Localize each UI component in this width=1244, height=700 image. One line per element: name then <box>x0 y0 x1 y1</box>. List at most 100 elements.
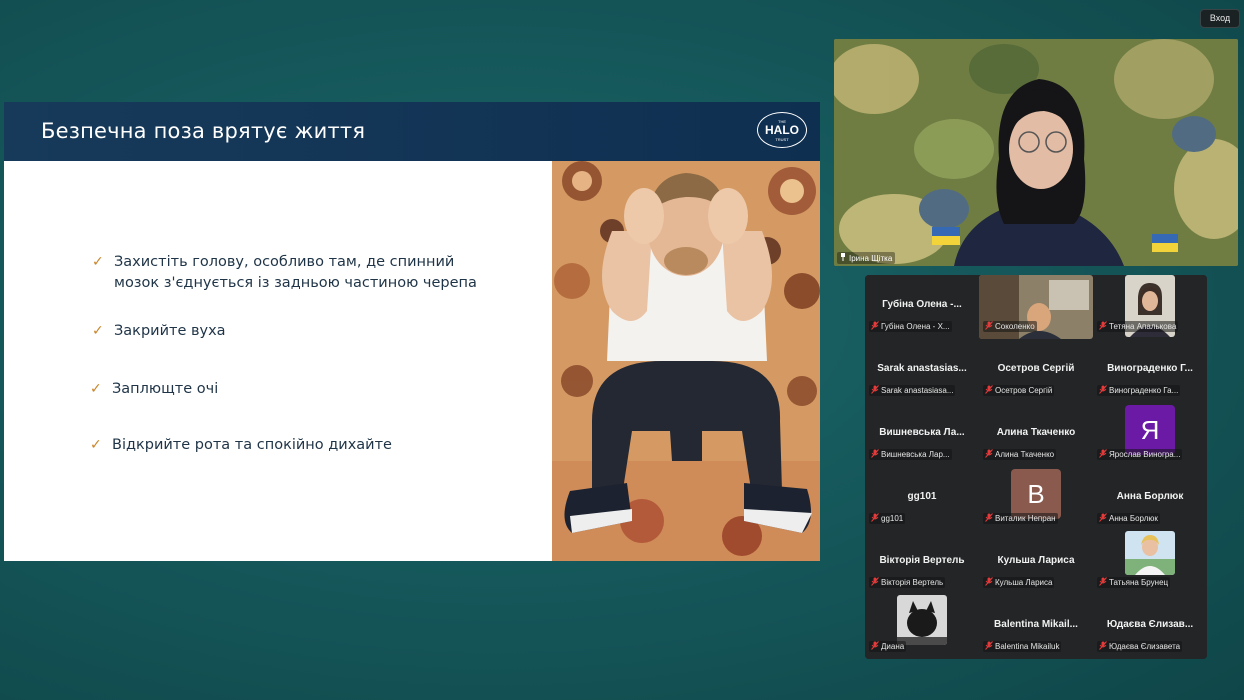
participant-tile[interactable]: Sarak anastasias... Sarak anastasiasa... <box>865 339 979 403</box>
participant-name-label: Ярослав Виногра... <box>1097 449 1183 460</box>
participant-name: Алина Ткаченко <box>995 450 1055 459</box>
participant-name: gg101 <box>881 514 904 523</box>
participant-name: Balentina Mikailuk <box>995 642 1060 651</box>
avatar: Я <box>1125 405 1175 455</box>
participant-display-name: Вишневська Ла... <box>879 427 965 438</box>
checkmark-icon: ✓ <box>92 254 104 270</box>
speaker-name-tag: Ірина Щітка <box>837 252 896 264</box>
mic-muted-icon <box>871 449 879 460</box>
participant-photo <box>1125 531 1175 575</box>
mic-muted-icon <box>871 641 879 652</box>
participant-tile[interactable]: Винограденко Г... Винограденко Га... <box>1093 339 1207 403</box>
participant-tile[interactable]: Вікторія Вертель Вікторія Вертель <box>865 531 979 595</box>
participant-name-label: Вікторія Вертель <box>869 577 946 588</box>
participant-name: Вікторія Вертель <box>881 578 944 587</box>
pin-icon <box>840 253 846 263</box>
participant-tile[interactable]: Вишневська Ла... Вишневська Лар... <box>865 403 979 467</box>
mic-muted-icon <box>871 513 879 524</box>
mic-muted-icon <box>985 641 993 652</box>
participant-tile[interactable]: Анна Борлюк Анна Борлюк <box>1093 467 1207 531</box>
slide-header: Безпечна поза врятує життя THE HALO TRUS… <box>4 102 820 161</box>
participant-tile[interactable]: Диана <box>865 595 979 659</box>
participant-tile[interactable]: Balentina Mikail... Balentina Mikailuk <box>979 595 1093 659</box>
participant-name-label: Татьяна Брунец <box>1097 577 1171 588</box>
participant-name: Ярослав Виногра... <box>1109 450 1181 459</box>
mic-muted-icon <box>871 385 879 396</box>
checkmark-icon: ✓ <box>90 437 102 453</box>
participant-name: Соколенко <box>995 322 1035 331</box>
participant-display-name: Губіна Олена -... <box>882 299 962 310</box>
checkmark-icon: ✓ <box>90 381 102 397</box>
participant-display-name: Осетров Сергій <box>997 363 1075 374</box>
slide-title: Безпечна поза врятує життя <box>41 119 366 143</box>
participant-tile[interactable]: gg101 gg101 <box>865 467 979 531</box>
participant-display-name: Вікторія Вертель <box>879 555 965 566</box>
participant-name: Винограденко Га... <box>1109 386 1179 395</box>
participant-display-name: Алина Ткаченко <box>996 427 1076 438</box>
participant-tile[interactable]: Алина Ткаченко Алина Ткаченко <box>979 403 1093 467</box>
participant-name-label: Balentina Mikailuk <box>983 641 1062 652</box>
mic-muted-icon <box>985 513 993 524</box>
participant-name-label: Анна Борлюк <box>1097 513 1160 524</box>
participant-name-label: Осетров Сергій <box>983 385 1055 396</box>
participant-tile[interactable]: Татьяна Брунец <box>1093 531 1207 595</box>
login-button[interactable]: Вход <box>1200 9 1240 28</box>
participant-name: Губіна Олена - Х... <box>881 322 950 331</box>
participant-name-label: Кульша Лариса <box>983 577 1055 588</box>
participant-name: Вишневська Лар... <box>881 450 950 459</box>
mic-muted-icon <box>1099 321 1107 332</box>
participant-tile[interactable]: Осетров Сергій Осетров Сергій <box>979 339 1093 403</box>
participant-display-name: Юдаєва Єлизав... <box>1106 619 1194 630</box>
participant-display-name: Balentina Mikail... <box>994 619 1078 630</box>
participant-name-label: gg101 <box>869 513 906 524</box>
avatar: В <box>1011 469 1061 519</box>
bullet-item: ✓ Захистіть голову, особливо там, де спи… <box>92 254 477 291</box>
bullet-item: ✓ Закрийте вуха <box>92 321 226 342</box>
participant-name-label: Винограденко Га... <box>1097 385 1181 396</box>
participant-name-label: Виталик Непран <box>983 513 1058 524</box>
mic-muted-icon <box>985 449 993 460</box>
participant-gallery: Губіна Олена -... Губіна Олена - Х... Соко… <box>865 275 1207 659</box>
participant-tile[interactable]: Я Ярослав Виногра... <box>1093 403 1207 467</box>
mic-muted-icon <box>1099 449 1107 460</box>
participant-name: Анна Борлюк <box>1109 514 1158 523</box>
participant-tile[interactable]: Кульша Лариса Кульша Лариса <box>979 531 1093 595</box>
participant-name-label: Соколенко <box>983 321 1037 332</box>
participant-name: Диана <box>881 642 905 651</box>
participant-name: Тетяна Апалькова <box>1109 322 1177 331</box>
participant-name-label: Алина Ткаченко <box>983 449 1057 460</box>
mic-muted-icon <box>871 321 879 332</box>
participant-name-label: Губіна Олена - Х... <box>869 321 952 332</box>
halo-trust-logo: THE HALO TRUST <box>757 112 807 148</box>
participant-tile[interactable]: Губіна Олена -... Губіна Олена - Х... <box>865 275 979 339</box>
participant-tile[interactable]: Соколенко <box>979 275 1093 339</box>
mic-muted-icon <box>1099 577 1107 588</box>
participant-name-label: Диана <box>869 641 907 652</box>
checkmark-icon: ✓ <box>92 323 104 339</box>
shared-slide: Безпечна поза врятує життя THE HALO TRUS… <box>4 102 820 561</box>
participant-photo <box>897 595 947 645</box>
speaker-video[interactable]: Ірина Щітка <box>834 39 1238 266</box>
mic-muted-icon <box>1099 513 1107 524</box>
participant-name-label: Вишневська Лар... <box>869 449 952 460</box>
participant-name: Кульша Лариса <box>995 578 1053 587</box>
mic-muted-icon <box>1099 641 1107 652</box>
participant-name: Юдаєва Єлизавета <box>1109 642 1181 651</box>
mic-muted-icon <box>985 321 993 332</box>
participant-tile[interactable]: Юдаєва Єлизав... Юдаєва Єлизавета <box>1093 595 1207 659</box>
participant-display-name: Винограденко Г... <box>1107 363 1193 374</box>
participant-display-name: Анна Борлюк <box>1116 491 1184 502</box>
participant-name: Sarak anastasiasa... <box>881 386 954 395</box>
participant-display-name: Sarak anastasias... <box>877 363 967 374</box>
participant-name: Виталик Непран <box>995 514 1056 523</box>
participant-name-label: Sarak anastasiasa... <box>869 385 956 396</box>
participant-tile[interactable]: Тетяна Апалькова <box>1093 275 1207 339</box>
participant-name: Осетров Сергій <box>995 386 1053 395</box>
mic-muted-icon <box>985 385 993 396</box>
participant-name: Татьяна Брунец <box>1109 578 1169 587</box>
participant-tile[interactable]: В Виталик Непран <box>979 467 1093 531</box>
safety-pose-photo <box>552 161 820 561</box>
mic-muted-icon <box>871 577 879 588</box>
participant-name-label: Тетяна Апалькова <box>1097 321 1179 332</box>
bullet-item: ✓ Відкрийте рота та спокійно дихайте <box>90 435 392 456</box>
